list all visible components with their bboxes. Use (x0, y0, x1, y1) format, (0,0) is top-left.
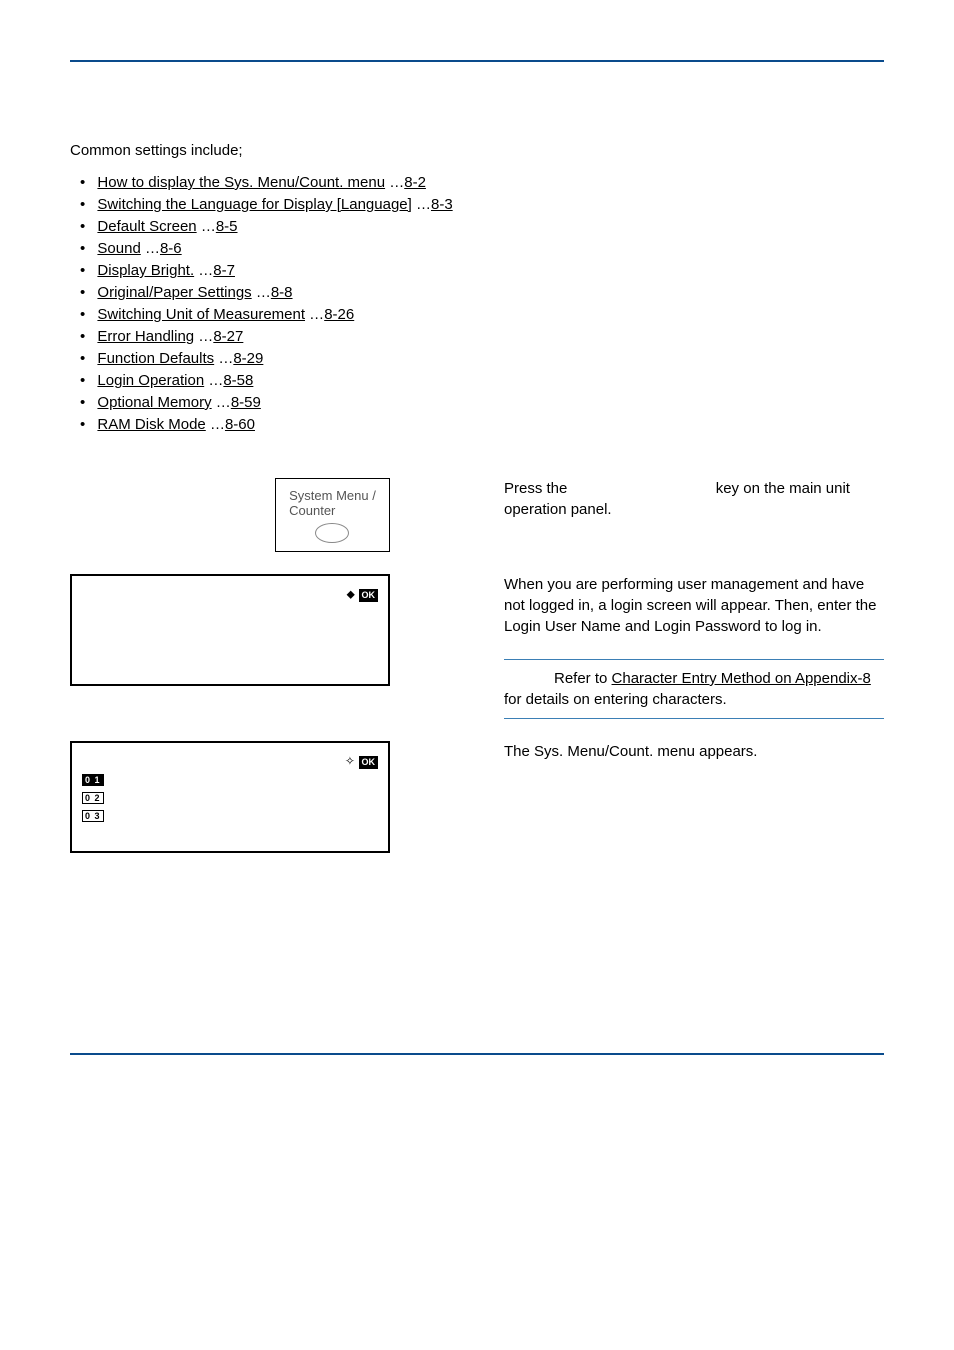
nav-ok-icon: ⬥ OK (346, 586, 378, 602)
button-oval-icon (315, 523, 349, 543)
toc-item[interactable]: Error Handling …8-27 (80, 328, 884, 345)
toc-page[interactable]: 8-6 (160, 240, 182, 257)
toc-page[interactable]: 8-29 (233, 350, 263, 367)
toc-item[interactable]: Default Screen …8-5 (80, 218, 884, 235)
toc-link[interactable]: Switching Unit of Measurement (97, 306, 305, 323)
toc-item[interactable]: Display Bright. …8-7 (80, 262, 884, 279)
toc-link[interactable]: Login Operation (97, 372, 204, 389)
step2-text: When you are performing user management … (504, 574, 884, 637)
toc-link[interactable]: Display Bright. (97, 262, 194, 279)
toc-page[interactable]: 8-58 (223, 372, 253, 389)
toc-page[interactable]: 8-26 (324, 306, 354, 323)
toc-link[interactable]: Optional Memory (97, 394, 211, 411)
toc-item[interactable]: How to display the Sys. Menu/Count. menu… (80, 174, 884, 191)
step1-text: Press the key on the main unit operation… (504, 478, 884, 552)
note-link[interactable]: Character Entry Method on Appendix-8 (612, 670, 871, 687)
panel-label: System Menu / Counter (289, 489, 376, 519)
top-divider (70, 60, 884, 62)
login-lcd-display: ⬥ OK (70, 574, 390, 686)
toc-item[interactable]: Sound …8-6 (80, 240, 884, 257)
toc-page[interactable]: 8-3 (431, 196, 453, 213)
toc-item[interactable]: Optional Memory …8-59 (80, 394, 884, 411)
step3-text: The Sys. Menu/Count. menu appears. (504, 741, 884, 762)
toc-page[interactable]: 8-8 (271, 284, 293, 301)
toc-link[interactable]: Function Defaults (97, 350, 214, 367)
bottom-divider (70, 1053, 884, 1055)
toc-link[interactable]: Error Handling (97, 328, 194, 345)
toc-link[interactable]: RAM Disk Mode (97, 416, 205, 433)
toc-item[interactable]: Switching Unit of Measurement …8-26 (80, 306, 884, 323)
toc-page[interactable]: 8-2 (404, 174, 426, 191)
toc-page[interactable]: 8-5 (216, 218, 238, 235)
intro-text: Common settings include; (70, 142, 884, 159)
toc-link[interactable]: How to display the Sys. Menu/Count. menu (97, 174, 385, 191)
toc-link[interactable]: Default Screen (97, 218, 196, 235)
toc-link[interactable]: Sound (97, 240, 140, 257)
toc-link[interactable]: Original/Paper Settings (97, 284, 251, 301)
menu-num-3: 0 3 (82, 810, 104, 822)
toc-page[interactable]: 8-60 (225, 416, 255, 433)
system-menu-key-illustration: System Menu / Counter (275, 478, 390, 552)
toc-link[interactable]: Switching the Language for Display [Lang… (97, 196, 411, 213)
nav-ok-icon: ✧ OK (345, 753, 378, 769)
toc-item[interactable]: Switching the Language for Display [Lang… (80, 196, 884, 213)
toc-page[interactable]: 8-27 (213, 328, 243, 345)
toc-page[interactable]: 8-59 (231, 394, 261, 411)
toc-item[interactable]: Function Defaults …8-29 (80, 350, 884, 367)
note-box: Refer to Character Entry Method on Appen… (504, 659, 884, 719)
sysmenu-lcd-display: ✧ OK 0 1 0 2 0 3 (70, 741, 390, 853)
toc-item[interactable]: RAM Disk Mode …8-60 (80, 416, 884, 433)
menu-num-1: 0 1 (82, 774, 104, 786)
toc-page[interactable]: 8-7 (213, 262, 235, 279)
toc-list: How to display the Sys. Menu/Count. menu… (80, 174, 884, 433)
menu-num-2: 0 2 (82, 792, 104, 804)
toc-item[interactable]: Original/Paper Settings …8-8 (80, 284, 884, 301)
toc-item[interactable]: Login Operation …8-58 (80, 372, 884, 389)
